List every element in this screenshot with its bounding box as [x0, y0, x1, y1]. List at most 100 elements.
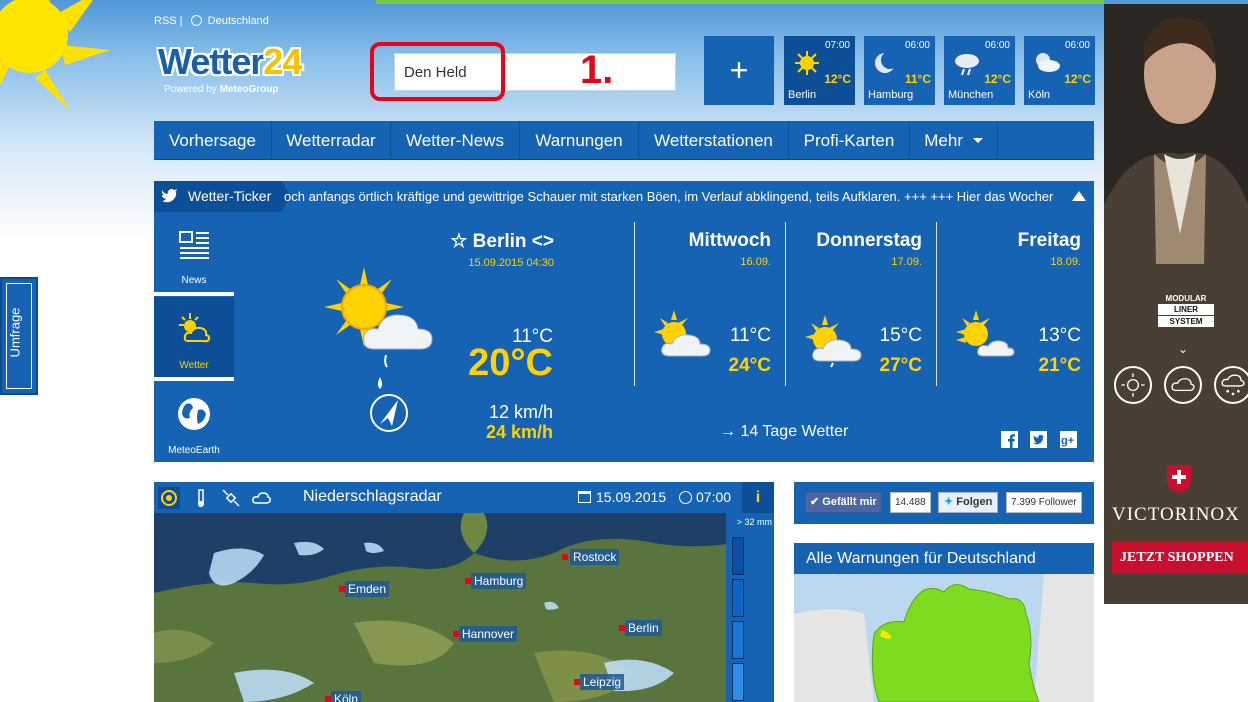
moon-cloud-icon — [1036, 53, 1060, 72]
radar-icon[interactable] — [158, 487, 180, 509]
city-marker — [562, 554, 568, 560]
side-tab-wetter[interactable]: Wetter — [154, 297, 234, 377]
side-tab-divider — [154, 292, 234, 296]
sun-cloud-icon — [179, 313, 211, 343]
radar-date[interactable]: 15.09.2015 — [596, 489, 666, 505]
city-tile-temp: 12°C — [824, 72, 851, 86]
twitter-follower-count: 7.399 Follower — [1006, 492, 1082, 513]
side-tab-news[interactable]: News — [154, 212, 234, 292]
wetter24-logo[interactable]: Wetter24 Powered by MeteoGroup — [158, 42, 318, 102]
map-label-hannover: Hannover — [459, 626, 518, 642]
current-city-title[interactable]: ☆ Berlin <> — [450, 230, 554, 253]
warnings-map[interactable] — [794, 574, 1094, 702]
city-tile-hamburg[interactable]: 06:00 11°C Hamburg — [864, 36, 935, 105]
sun-icon — [795, 51, 819, 75]
nav-item-warnungen[interactable]: Warnungen — [520, 121, 639, 160]
forecast-day-donnerstag[interactable]: Donnerstag 17.09. 15°C 27°C — [785, 212, 935, 412]
svg-text:g+: g+ — [1061, 435, 1074, 447]
survey-tab-label: Umfrage — [7, 307, 23, 358]
logo-powered: Powered by — [164, 84, 217, 95]
legend-top-label: > 32 mm — [736, 517, 772, 527]
forecast-day-date: 16.09. — [740, 256, 771, 268]
twitter-follow-label: Folgen — [956, 496, 993, 508]
globe-icon — [190, 15, 202, 26]
map-label-koeln: Köln — [331, 691, 362, 702]
caret-down-icon — [972, 138, 983, 143]
sun-cloud-rain-icon — [805, 315, 862, 368]
forecast-day-freitag[interactable]: Freitag 18.09. 13°C 21°C — [936, 212, 1094, 412]
forecast-day-date: 18.09. — [1050, 256, 1081, 268]
map-label-rostock: Rostock — [570, 549, 620, 565]
14-day-forecast-link[interactable]: → 14 Tage Wetter — [720, 423, 848, 441]
cloud-icon[interactable] — [250, 487, 272, 509]
advertisement[interactable]: MODULAR LINER SYSTEM ⌄ VICTORINOX JETZT … — [1104, 4, 1248, 604]
collapse-arrow-icon[interactable] — [1072, 191, 1086, 201]
city-tile-name: Köln — [1028, 89, 1051, 101]
forecast-day-name: Freitag — [1017, 230, 1081, 251]
legend-swatch — [732, 579, 744, 617]
add-city-button[interactable]: + — [704, 36, 774, 105]
sun-decoration-icon — [0, 0, 110, 110]
radar-time[interactable]: 07:00 — [696, 489, 731, 505]
forecast-min-temp: 13°C — [1038, 325, 1081, 346]
city-tile-name: München — [948, 89, 994, 101]
side-tab-label: News — [181, 275, 207, 286]
annotation-number: 1. — [580, 48, 614, 92]
sun-icon — [1114, 366, 1152, 404]
nav-item-vorhersage[interactable]: Vorhersage — [154, 121, 272, 160]
precipitation-legend: > 32 mm — [726, 513, 774, 702]
twitter-follow-button[interactable]: ✦ Folgen — [938, 492, 999, 513]
country-link[interactable]: Deutschland — [208, 15, 269, 27]
nav-item-mehr[interactable]: Mehr — [910, 121, 998, 160]
map-label-berlin: Berlin — [625, 620, 662, 636]
globe-icon — [178, 398, 210, 430]
snow-cloud-icon — [1214, 366, 1248, 404]
side-tab-label: Wetter — [179, 360, 209, 371]
legend-swatch — [732, 621, 744, 659]
ticker-text[interactable]: och anfangs örtlich kräftige und gewittr… — [284, 181, 1062, 212]
info-button[interactable]: i — [742, 482, 774, 513]
forecast-max-temp: 24°C — [728, 355, 771, 376]
nav-item-mehr-label: Mehr — [924, 131, 963, 150]
google-plus-icon[interactable]: g+ — [1060, 431, 1077, 448]
nav-item-wetterradar[interactable]: Wetterradar — [272, 121, 391, 160]
survey-tab[interactable]: Umfrage — [0, 277, 38, 395]
current-datetime: 15.09.2015 04:30 — [468, 257, 554, 269]
rss-link[interactable]: RSS | — [154, 15, 183, 27]
nav-item-profi-karten[interactable]: Profi-Karten — [789, 121, 910, 160]
thermometer-icon[interactable] — [190, 487, 212, 509]
forecast-min-temp: 15°C — [879, 325, 922, 346]
wind-direction-icon — [370, 394, 408, 432]
ad-system-text: SYSTEM — [1158, 316, 1214, 327]
city-tile-name: Berlin — [788, 89, 817, 101]
facebook-icon[interactable] — [1001, 431, 1018, 448]
calendar-icon — [578, 491, 591, 503]
thumb-up-icon: ✔ — [810, 496, 820, 508]
clock-icon — [679, 491, 692, 504]
warnings-header[interactable]: Alle Warnungen für Deutschland — [794, 543, 1094, 574]
forecast-day-mittwoch[interactable]: Mittwoch 16.09. 11°C 24°C — [634, 212, 784, 412]
side-tab-meteoearth[interactable]: MeteoEarth — [154, 382, 234, 462]
satellite-icon[interactable] — [220, 487, 242, 509]
cloud-rain-icon — [955, 54, 979, 76]
city-tile-time: 06:00 — [1064, 40, 1090, 51]
sun-cloud-icon — [654, 310, 711, 357]
city-tile-koeln[interactable]: 06:00 12°C Köln — [1024, 36, 1095, 105]
logo-partner: MeteoGroup — [219, 84, 279, 95]
twitter-bird-icon: ✦ — [944, 496, 954, 508]
facebook-like-button[interactable]: ✔ Gefällt mir — [805, 492, 882, 513]
radar-title: Niederschlagsradar — [303, 488, 442, 505]
forecast-max-temp: 21°C — [1038, 355, 1081, 376]
twitter-icon[interactable] — [1030, 431, 1047, 448]
ad-shop-button[interactable]: JETZT SHOPPEN — [1112, 542, 1248, 574]
sun-cloud-rain-icon — [324, 267, 433, 350]
city-tile-muenchen[interactable]: 06:00 12°C München — [944, 36, 1015, 105]
logo-number: 24 — [263, 41, 302, 82]
nav-item-wetter-news[interactable]: Wetter-News — [391, 121, 520, 160]
radar-map[interactable]: Rostock Emden Hamburg Hannover Berlin Le… — [154, 513, 774, 702]
legend-swatch — [732, 537, 744, 575]
city-tile-berlin[interactable]: 07:00 12°C Berlin — [784, 36, 855, 105]
nav-item-wetterstationen[interactable]: Wetterstationen — [639, 121, 789, 160]
map-label-hamburg: Hamburg — [471, 573, 527, 589]
facebook-like-label: Gefällt mir — [822, 496, 877, 508]
